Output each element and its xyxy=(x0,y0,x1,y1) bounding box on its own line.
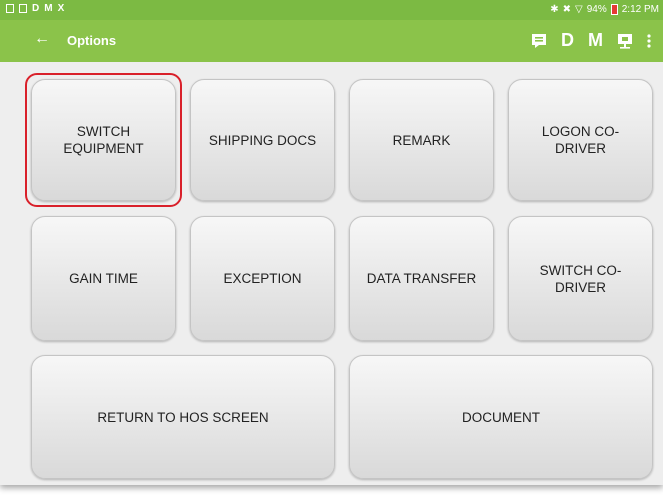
document-button[interactable]: DOCUMENT xyxy=(349,355,653,479)
exception-button[interactable]: EXCEPTION xyxy=(190,216,335,341)
status-left-icons: D M X xyxy=(6,3,64,14)
app-bar: ← Options D M xyxy=(0,20,663,62)
driver-d-button[interactable]: D xyxy=(561,30,574,51)
message-icon[interactable] xyxy=(531,33,547,49)
battery-icon xyxy=(610,4,618,15)
return-to-hos-button[interactable]: RETURN TO HOS SCREEN xyxy=(31,355,335,479)
logon-co-driver-label: LOGON CO-DRIVER xyxy=(541,124,620,156)
bluetooth-icon: ✱ xyxy=(550,4,559,15)
tablet-screen: D M X ✱ ✖ ▽ 94% 2:12 PM ← Options D M SW… xyxy=(0,0,663,485)
status-icon-x: X xyxy=(57,3,65,14)
page-title: Options xyxy=(67,33,117,48)
status-icon-d: D xyxy=(32,3,40,14)
clock: 2:12 PM xyxy=(621,4,659,15)
data-transfer-label: DATA TRANSFER xyxy=(366,271,477,286)
remark-label: REMARK xyxy=(392,132,451,148)
logon-co-driver-button[interactable]: LOGON CO-DRIVER xyxy=(508,79,653,201)
notification-icon xyxy=(6,4,14,13)
switch-co-driver-button[interactable]: SWITCH CO-DRIVER xyxy=(508,216,653,341)
exception-label: EXCEPTION xyxy=(223,271,302,286)
gain-time-button[interactable]: GAIN TIME xyxy=(31,216,176,341)
remark-button[interactable]: REMARK xyxy=(349,79,494,201)
battery-percent: 94% xyxy=(586,4,607,15)
image-icon xyxy=(19,4,27,13)
shipping-docs-button[interactable]: SHIPPING DOCS xyxy=(190,79,335,201)
gain-time-label: GAIN TIME xyxy=(69,271,138,286)
shipping-docs-label: SHIPPING DOCS xyxy=(208,132,317,148)
more-vertical-icon[interactable] xyxy=(647,33,651,48)
switch-equipment-label: SWITCH EQUIPMENT xyxy=(63,124,144,156)
status-icon-m: M xyxy=(44,3,53,14)
switch-co-driver-label: SWITCH CO-DRIVER xyxy=(539,262,622,295)
data-transfer-button[interactable]: DATA TRANSFER xyxy=(349,216,494,341)
status-right-icons: ✱ ✖ ▽ 94% 2:12 PM xyxy=(550,4,659,15)
app-bar-actions: D M xyxy=(531,30,651,51)
monitor-icon[interactable] xyxy=(617,33,633,49)
switch-equipment-button[interactable]: SWITCH EQUIPMENT xyxy=(31,79,176,201)
driver-m-button[interactable]: M xyxy=(588,30,603,51)
wifi-icon: ▽ xyxy=(575,4,583,15)
document-label: DOCUMENT xyxy=(462,409,540,425)
return-to-hos-label: RETURN TO HOS SCREEN xyxy=(97,409,269,425)
status-bar: D M X ✱ ✖ ▽ 94% 2:12 PM xyxy=(0,0,663,20)
mute-icon: ✖ xyxy=(562,4,572,15)
arrow-left-icon[interactable]: ← xyxy=(34,30,50,48)
